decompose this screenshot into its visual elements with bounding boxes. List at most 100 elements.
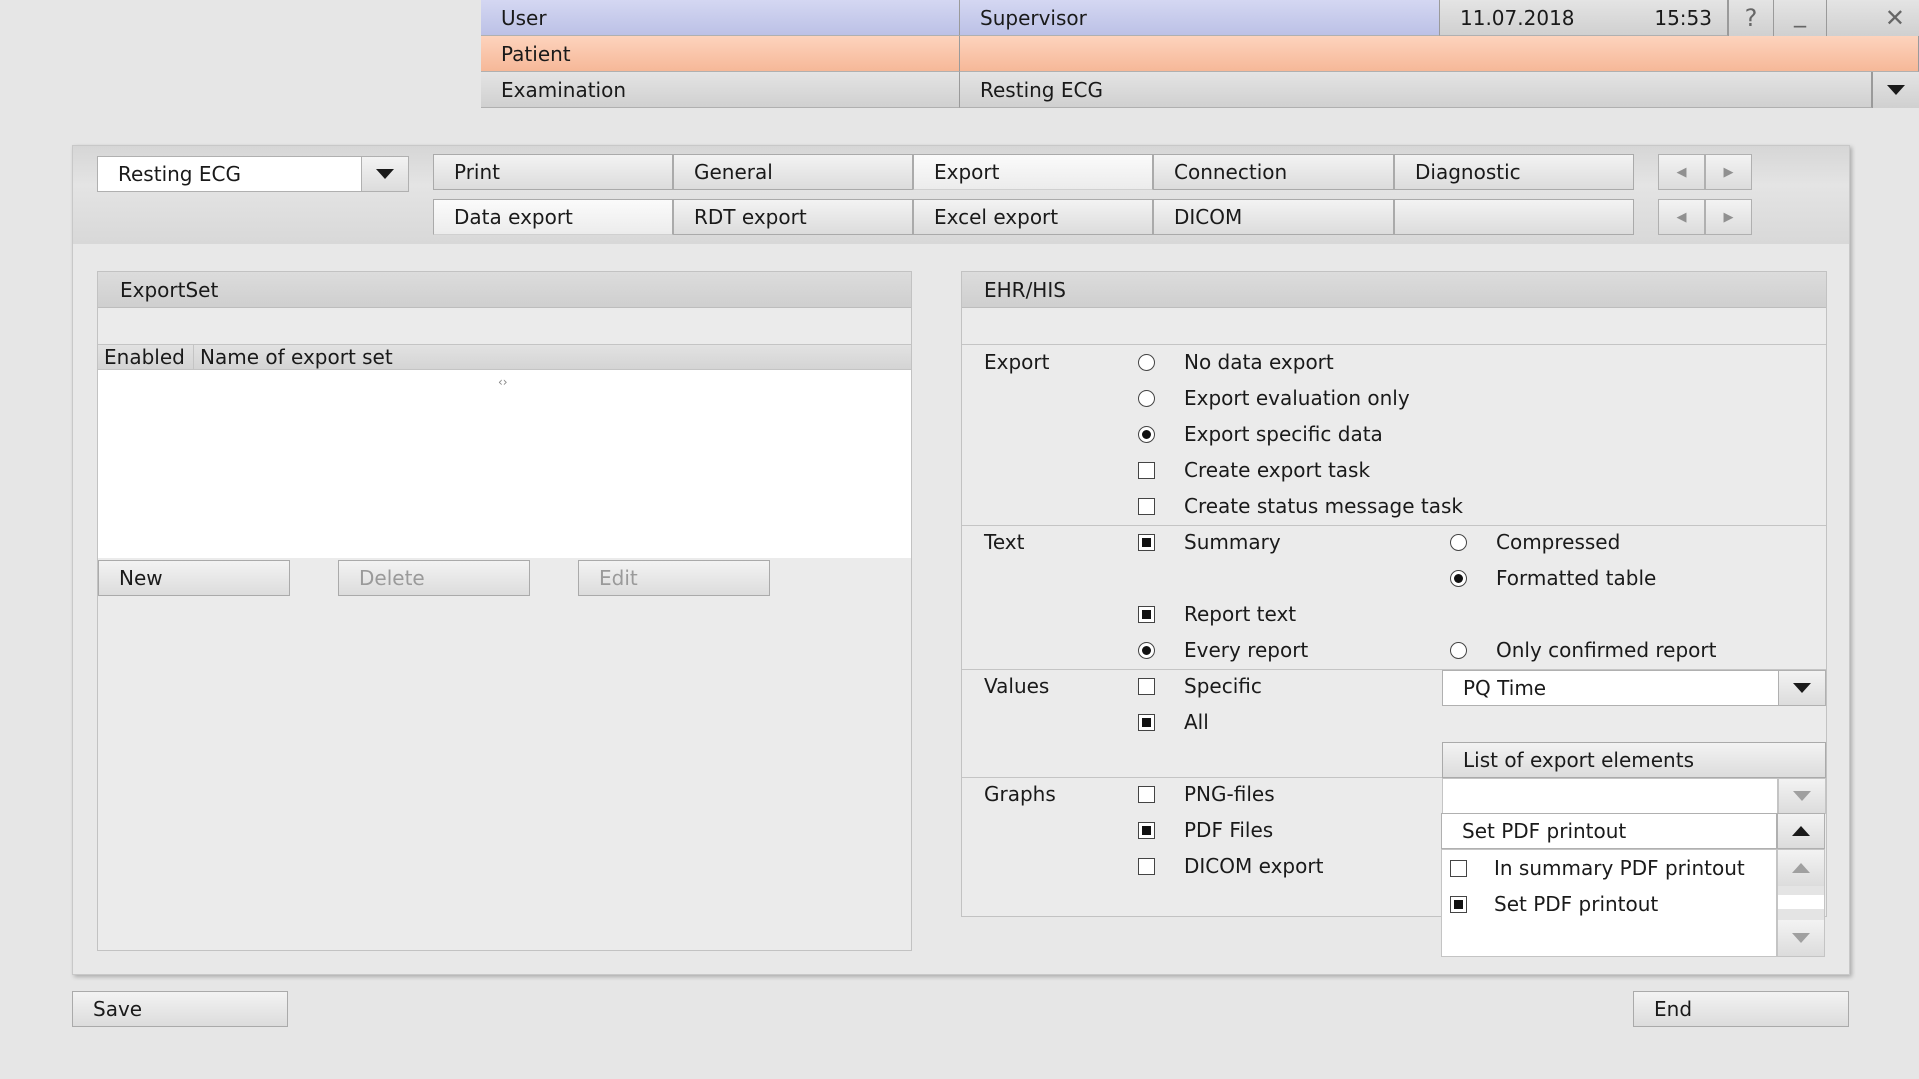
- section-divider: [962, 525, 1826, 526]
- subtab-rdt-export[interactable]: RDT export: [673, 199, 913, 235]
- delete-button[interactable]: Delete: [338, 560, 530, 596]
- summary-label: Summary: [1184, 530, 1281, 554]
- radio-only-confirmed[interactable]: [1450, 642, 1467, 659]
- pdf-empty-field[interactable]: [1442, 778, 1778, 814]
- tab-diagnostic[interactable]: Diagnostic: [1394, 154, 1634, 190]
- resize-handle-icon[interactable]: ‹›: [498, 370, 508, 394]
- pdf-select-collapse-icon[interactable]: [1777, 813, 1825, 849]
- datetime-display: 11.07.2018 15:53: [1440, 0, 1728, 36]
- values-select[interactable]: PQ Time: [1442, 670, 1826, 706]
- examination-value-text: Resting ECG: [980, 77, 1103, 102]
- edit-button-label: Edit: [599, 566, 638, 590]
- checkbox-set-pdf-printout[interactable]: [1450, 896, 1467, 913]
- tab-label: RDT export: [694, 205, 807, 229]
- subtab-empty[interactable]: [1394, 199, 1634, 235]
- checkbox-all[interactable]: [1138, 714, 1155, 731]
- checkbox-create-status-task[interactable]: [1138, 498, 1155, 515]
- help-icon[interactable]: ?: [1728, 0, 1773, 36]
- scroll-down-icon[interactable]: [1778, 920, 1824, 956]
- pdf-option-list[interactable]: In summary PDF printout Set PDF printout: [1441, 849, 1777, 957]
- checkbox-specific[interactable]: [1138, 678, 1155, 695]
- radio-every-report[interactable]: [1138, 642, 1155, 659]
- tab-label: Connection: [1174, 160, 1288, 184]
- radio-export-specific[interactable]: [1138, 426, 1155, 443]
- tab-connection[interactable]: Connection: [1153, 154, 1394, 190]
- user-value[interactable]: Supervisor: [960, 0, 1440, 36]
- tab-print[interactable]: Print: [433, 154, 673, 190]
- tabs-next-icon[interactable]: ▶: [1705, 154, 1752, 190]
- tab-label: Export: [934, 160, 1000, 184]
- delete-button-label: Delete: [359, 566, 425, 590]
- exam-select-dropdown-icon[interactable]: [361, 156, 409, 192]
- chevron-down-icon: [376, 169, 394, 179]
- subtabs-next-icon[interactable]: ▶: [1705, 199, 1752, 235]
- radio-formatted-table[interactable]: [1450, 570, 1467, 587]
- chevron-up-icon: [1792, 863, 1810, 873]
- values-select-dropdown-icon[interactable]: [1778, 670, 1826, 706]
- end-button[interactable]: End: [1633, 991, 1849, 1027]
- radio-compressed[interactable]: [1450, 534, 1467, 551]
- ehr-divider: [962, 344, 1826, 345]
- edit-button[interactable]: Edit: [578, 560, 770, 596]
- save-button[interactable]: Save: [72, 991, 288, 1027]
- checkbox-in-summary-pdf[interactable]: [1450, 860, 1467, 877]
- export-section-label: Export: [984, 350, 1050, 374]
- png-files-label: PNG-files: [1184, 782, 1275, 806]
- values-select-value: PQ Time: [1463, 676, 1547, 700]
- exam-select[interactable]: Resting ECG: [97, 156, 383, 192]
- help-glyph: ?: [1744, 4, 1758, 32]
- col-name[interactable]: Name of export set: [200, 345, 393, 369]
- tabs-prev-icon[interactable]: ◀: [1658, 154, 1705, 190]
- exportset-table-body[interactable]: ‹›: [98, 370, 911, 558]
- date-text: 11.07.2018: [1460, 5, 1575, 30]
- checkbox-dicom-export[interactable]: [1138, 858, 1155, 875]
- exportset-title: ExportSet: [98, 272, 911, 308]
- subtabs-prev-icon[interactable]: ◀: [1658, 199, 1705, 235]
- checkbox-create-export-task[interactable]: [1138, 462, 1155, 479]
- chevron-down-icon: [1793, 791, 1811, 801]
- tab-general[interactable]: General: [673, 154, 913, 190]
- checkbox-png-files[interactable]: [1138, 786, 1155, 803]
- pdf-empty-dropdown-icon[interactable]: [1778, 778, 1826, 814]
- subtab-dicom[interactable]: DICOM: [1153, 199, 1394, 235]
- patient-value[interactable]: [960, 36, 1919, 72]
- pdf-select[interactable]: Set PDF printout: [1441, 813, 1777, 849]
- scroll-thumb[interactable]: [1778, 895, 1824, 909]
- checkbox-pdf-files[interactable]: [1138, 822, 1155, 839]
- user-label-text: User: [501, 5, 547, 30]
- new-button-label: New: [119, 566, 163, 590]
- report-text-label: Report text: [1184, 602, 1297, 626]
- scroll-up-icon[interactable]: [1778, 850, 1824, 886]
- settings-panel: Resting ECG Print General Export Connect…: [72, 145, 1850, 975]
- close-icon[interactable]: ✕: [1826, 0, 1919, 36]
- tab-export[interactable]: Export: [913, 154, 1153, 190]
- exam-select-value: Resting ECG: [118, 162, 241, 186]
- examination-dropdown-icon[interactable]: [1872, 72, 1919, 108]
- tab-label: Print: [454, 160, 501, 184]
- time-text: 15:53: [1654, 5, 1712, 30]
- set-pdf-printout-label: Set PDF printout: [1494, 892, 1659, 916]
- user-value-text: Supervisor: [980, 5, 1087, 30]
- in-summary-pdf-label: In summary PDF printout: [1494, 856, 1745, 880]
- examination-value[interactable]: Resting ECG: [960, 72, 1872, 108]
- subtab-data-export[interactable]: Data export: [433, 199, 673, 235]
- exportset-title-text: ExportSet: [120, 277, 219, 302]
- subtab-excel-export[interactable]: Excel export: [913, 199, 1153, 235]
- patient-label: Patient: [481, 36, 960, 72]
- list-export-elements-button[interactable]: List of export elements: [1442, 742, 1826, 778]
- every-report-label: Every report: [1184, 638, 1309, 662]
- examination-label-text: Examination: [501, 77, 627, 102]
- tab-label: Diagnostic: [1415, 160, 1521, 184]
- col-enabled[interactable]: Enabled: [104, 345, 185, 369]
- new-button[interactable]: New: [98, 560, 290, 596]
- radio-no-data-export[interactable]: [1138, 354, 1155, 371]
- create-status-task-label: Create status message task: [1184, 494, 1463, 518]
- formatted-table-label: Formatted table: [1496, 566, 1657, 590]
- radio-export-eval-only[interactable]: [1138, 390, 1155, 407]
- pdf-list-scrollbar[interactable]: [1777, 849, 1825, 957]
- minimize-icon[interactable]: _: [1773, 0, 1826, 36]
- tab-label: DICOM: [1174, 205, 1243, 229]
- checkbox-report-text[interactable]: [1138, 606, 1155, 623]
- checkbox-summary[interactable]: [1138, 534, 1155, 551]
- pdf-files-label: PDF Files: [1184, 818, 1274, 842]
